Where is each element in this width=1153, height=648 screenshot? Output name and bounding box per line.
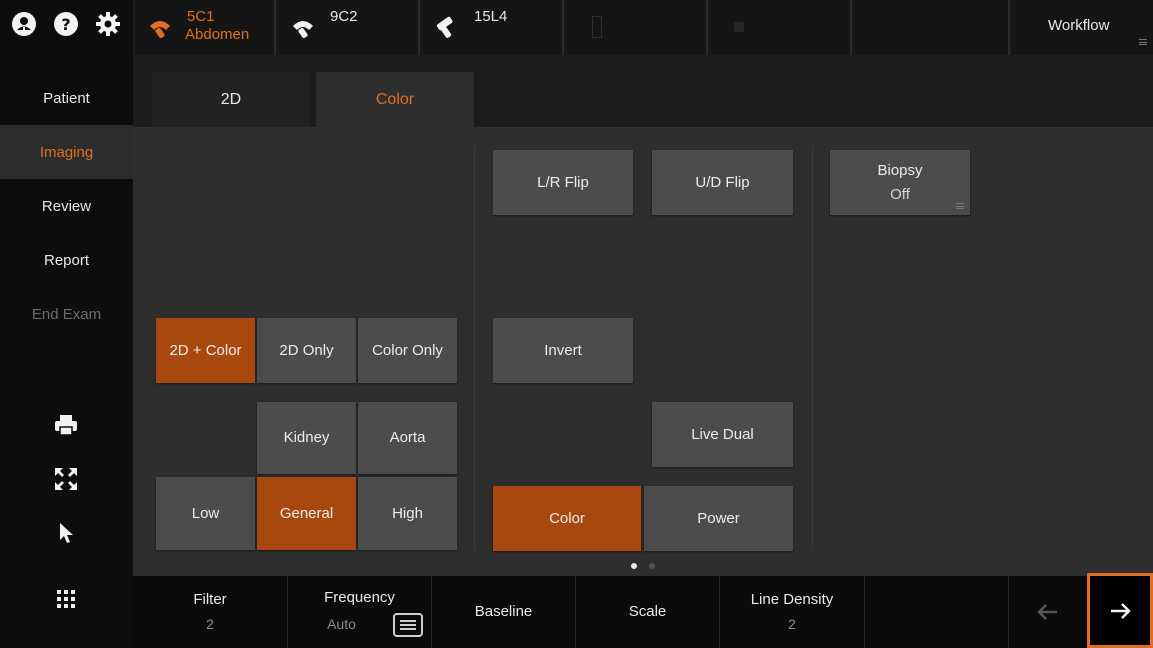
sidebar-item-imaging[interactable]: Imaging <box>0 125 133 179</box>
lr-flip-button[interactable]: L/R Flip <box>493 150 633 215</box>
workflow-button[interactable]: Workflow <box>1012 0 1153 55</box>
menu-icon <box>956 203 964 209</box>
probe-slot-placeholder <box>734 22 744 32</box>
arrow-left-icon <box>1037 604 1057 620</box>
pointer-icon[interactable] <box>52 519 80 547</box>
line-density-value: 2 <box>788 616 796 632</box>
low-button[interactable]: Low <box>156 477 255 550</box>
biopsy-value: Off <box>890 185 910 203</box>
ud-flip-button[interactable]: U/D Flip <box>652 150 793 215</box>
filter-label: Filter <box>193 591 227 608</box>
invert-button[interactable]: Invert <box>493 318 633 383</box>
sidebar-item-report[interactable]: Report <box>0 233 133 287</box>
curved-probe-icon <box>293 21 313 39</box>
page-indicator-dot-active[interactable] <box>631 563 637 569</box>
previous-page-button[interactable] <box>1009 576 1087 648</box>
2d-only-button[interactable]: 2D Only <box>257 318 356 383</box>
color-controls-panel: 2D + Color 2D Only Color Only Kidney Aor… <box>133 127 1153 576</box>
empty-probe-slot <box>854 0 1010 55</box>
bottom-control-bar: Filter 2 Frequency Auto Baseline Scale L… <box>133 573 1153 648</box>
tab-2d[interactable]: 2D <box>152 72 310 127</box>
probe-preset: Abdomen <box>185 26 250 43</box>
aorta-preset-button[interactable]: Aorta <box>358 402 457 474</box>
kidney-preset-button[interactable]: Kidney <box>257 402 356 474</box>
empty-probe-slot <box>566 0 708 55</box>
settings-icon[interactable] <box>95 11 121 37</box>
scale-control[interactable]: Scale <box>576 576 720 648</box>
workflow-label: Workflow <box>1048 17 1110 34</box>
baseline-control[interactable]: Baseline <box>432 576 576 648</box>
baseline-label: Baseline <box>474 603 533 620</box>
user-icon[interactable] <box>11 11 37 37</box>
empty-control-slot <box>865 576 1009 648</box>
frequency-label: Frequency <box>324 589 395 606</box>
frequency-control[interactable]: Frequency Auto <box>288 576 432 648</box>
sidebar-item-end-exam[interactable]: End Exam <box>0 287 133 341</box>
next-page-button[interactable] <box>1087 573 1153 648</box>
curved-probe-icon <box>150 21 170 39</box>
power-doppler-button[interactable]: Power <box>644 486 793 551</box>
general-button[interactable]: General <box>257 477 356 550</box>
sidebar-item-review[interactable]: Review <box>0 179 133 233</box>
tab-color[interactable]: Color <box>316 72 474 127</box>
svg-text:?: ? <box>61 15 70 34</box>
help-icon[interactable]: ? <box>53 11 79 37</box>
print-icon[interactable] <box>52 411 80 439</box>
top-bar: ? 5C1 Abdomen 9C2 15L4 Workflow <box>0 0 1153 55</box>
sidebar: Patient Imaging Review Report End Exam <box>0 55 133 648</box>
linear-probe-icon <box>436 16 453 38</box>
biopsy-button[interactable]: Biopsy Off <box>830 150 970 215</box>
column-divider <box>474 145 475 550</box>
frequency-value: Auto <box>327 616 356 632</box>
biopsy-label: Biopsy <box>877 161 923 179</box>
menu-icon <box>1139 39 1147 45</box>
color-flow-button[interactable]: Color <box>493 486 641 551</box>
probe-name: 9C2 <box>330 8 358 25</box>
fullscreen-icon[interactable] <box>52 465 80 493</box>
high-button[interactable]: High <box>358 477 457 550</box>
probe-tab-15l4[interactable]: 15L4 <box>422 0 564 55</box>
probe-name: 5C1 <box>187 8 215 25</box>
list-menu-icon[interactable] <box>393 613 423 637</box>
line-density-control[interactable]: Line Density 2 <box>720 576 865 648</box>
filter-value: 2 <box>206 616 214 632</box>
arrow-right-icon <box>1111 602 1131 619</box>
scale-label: Scale <box>628 603 667 620</box>
probe-tab-9c2[interactable]: 9C2 <box>278 0 420 55</box>
line-density-label: Line Density <box>750 591 834 608</box>
sidebar-item-patient[interactable]: Patient <box>0 71 133 125</box>
probe-slot-placeholder <box>592 16 602 38</box>
2d-color-button[interactable]: 2D + Color <box>156 318 255 383</box>
apps-grid-icon[interactable] <box>52 585 80 613</box>
probe-tab-5c1[interactable]: 5C1 Abdomen <box>135 0 276 55</box>
probe-name: 15L4 <box>474 8 508 25</box>
empty-probe-slot <box>710 0 852 55</box>
live-dual-button[interactable]: Live Dual <box>652 402 793 467</box>
top-icon-group: ? <box>0 0 133 55</box>
page-indicator-dot[interactable] <box>649 563 655 569</box>
filter-control[interactable]: Filter 2 <box>133 576 288 648</box>
color-only-button[interactable]: Color Only <box>358 318 457 383</box>
column-divider <box>812 145 813 550</box>
imaging-mode-tabs: 2D Color <box>133 55 1153 127</box>
